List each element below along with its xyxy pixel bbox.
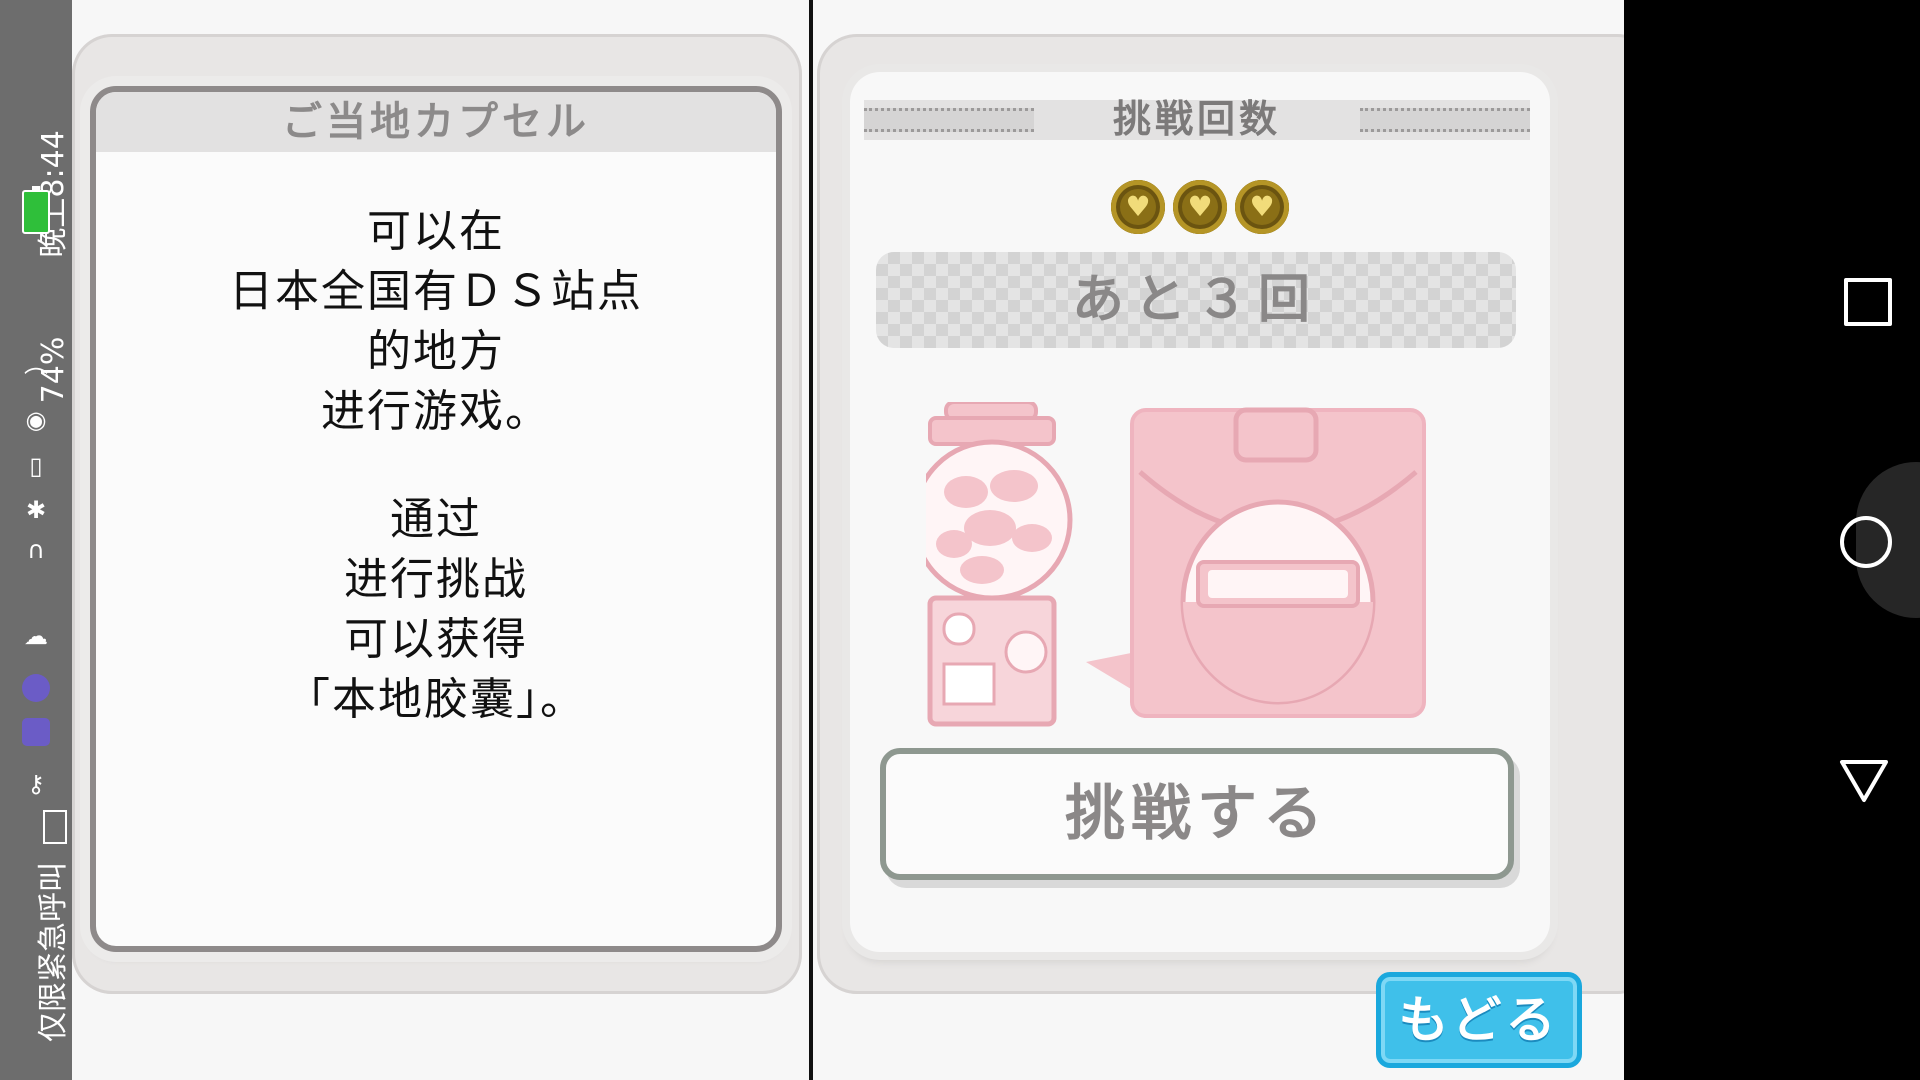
cloud-icon: ☁ [24,622,48,650]
app-a-icon [22,718,50,746]
description-line: 通过 [390,494,482,545]
recents-icon[interactable] [1844,278,1892,326]
home-icon[interactable] [1840,516,1892,568]
key-icon: ⚷ [27,770,45,798]
description-paragraph-1: 可以在 日本全国有ＤＳ站点 的地方 进行游戏。 [96,202,776,442]
description-line: 「本地胶囊」。 [286,674,586,725]
game-screen: ご当地カプセル 可以在 日本全国有ＤＳ站点 的地方 进行游戏。 通过 进行挑战 … [72,0,1624,1080]
gacha-machine-icon [926,402,1073,727]
back-button[interactable]: もどる [1376,972,1582,1068]
bluetooth-icon: ✱ [25,496,47,524]
sim-icon [42,810,67,845]
challenge-button[interactable]: 挑戦する [880,748,1514,880]
capsule-icon [1130,407,1426,718]
description-line: 进行挑战 [344,554,528,605]
info-card: ご当地カプセル 可以在 日本全国有ＤＳ站点 的地方 进行游戏。 通过 进行挑战 … [90,86,782,952]
headset-icon: ∩ [27,536,45,564]
remaining-attempts-bar: あと３回 [876,252,1516,348]
battery-icon [22,186,50,234]
challenge-button-label: 挑戦する [1065,779,1329,849]
app-b-icon [22,674,50,702]
challenge-card: 挑戦回数 ♥ ♥ ♥ あと３回 挑戦する [850,72,1550,952]
description-paragraph-2: 通过 进行挑战 可以获得 「本地胶囊」。 [96,490,776,730]
back-icon[interactable] [1838,758,1890,804]
emergency-call-text: 仅限紧急呼叫 [36,862,71,1042]
heart-coin-icon: ♥ [1173,180,1227,234]
description-line: 的地方 [367,326,505,377]
description-line: 可以获得 [344,614,528,665]
screen-divider [809,0,813,1080]
eye-icon: ◉ [25,406,47,434]
heart-coin-icon: ♥ [1235,180,1289,234]
attempts-title: 挑戦回数 [1112,97,1281,141]
back-button-label: もどる [1398,991,1560,1049]
heart-coin-icon: ♥ [1111,180,1165,234]
status-text-row: 仅限紧急呼叫 74% 晚上8:44 [36,130,72,1042]
wifi-icon: ⌒ [24,366,48,394]
capsule-illustration [926,402,1426,727]
description-line: 日本全国有ＤＳ站点 [229,266,643,317]
status-bar: 仅限紧急呼叫 74% 晚上8:44 ⚷ ☁ ∩ ✱ ▯ ◉ ⌒ [0,0,72,1080]
info-card-title: ご当地カプセル [96,92,776,152]
attempts-header: 挑戦回数 [864,97,1530,141]
remaining-attempts-text: あと３回 [1071,270,1320,330]
coin-row: ♥ ♥ ♥ [850,180,1550,234]
description-line: 可以在 [367,206,505,257]
vibrate-icon: ▯ [29,452,43,480]
description-line: 进行游戏。 [321,386,551,437]
